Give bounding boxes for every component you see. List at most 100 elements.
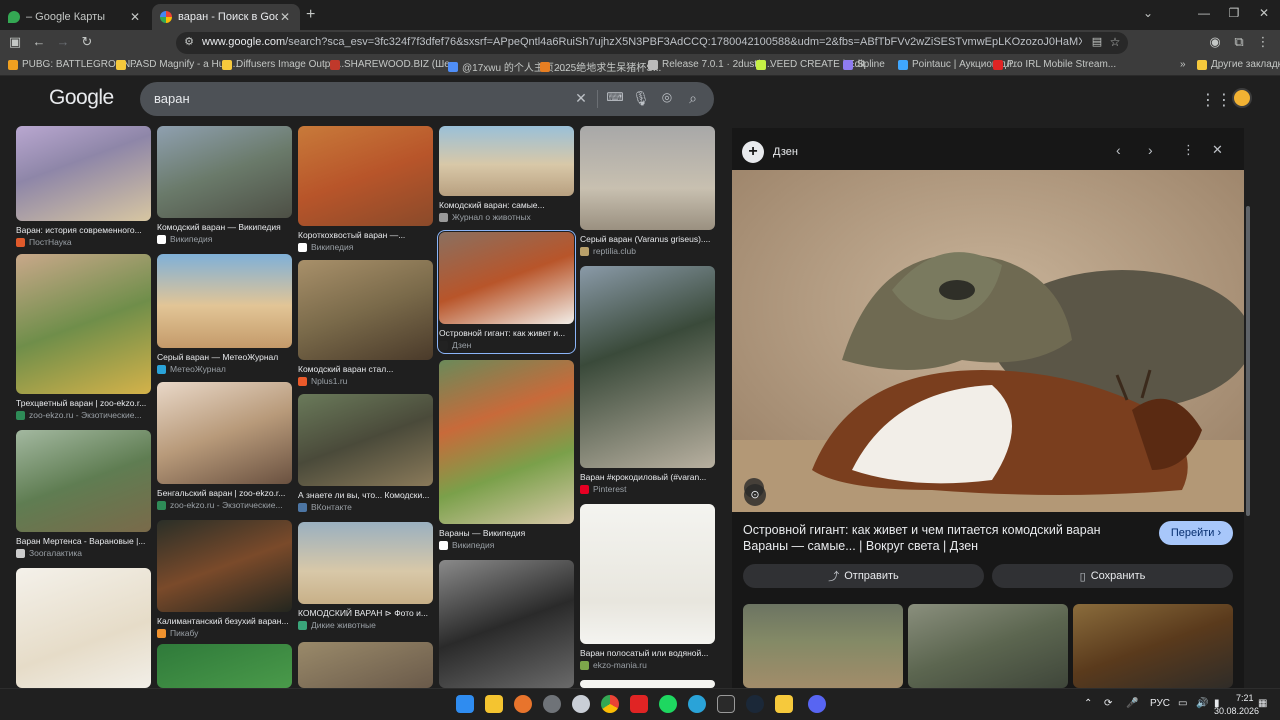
result-title[interactable]: Бенгальский варан | zoo-ekzo.r...: [157, 488, 292, 498]
image-result-card[interactable]: Варан #крокодиловый (#varan... Pinterest: [580, 266, 715, 502]
more-options-icon[interactable]: ⋮: [1182, 142, 1195, 158]
image-result-card[interactable]: Варан: история современного... ПостНаука: [16, 126, 151, 255]
google-logo[interactable]: Google: [49, 86, 114, 110]
tab-google-maps[interactable]: – Google Карты ✕: [0, 4, 150, 30]
result-thumbnail[interactable]: [298, 642, 433, 688]
microphone-icon[interactable]: 🎤: [1126, 698, 1138, 709]
result-thumbnail[interactable]: [157, 126, 292, 218]
result-thumbnail[interactable]: [16, 126, 151, 221]
result-source[interactable]: Дикие животные: [298, 620, 433, 630]
result-thumbnail[interactable]: [298, 126, 433, 226]
result-thumbnail[interactable]: [16, 254, 151, 394]
language-indicator[interactable]: РУС: [1150, 698, 1170, 709]
related-image-2[interactable]: [908, 604, 1068, 688]
result-source[interactable]: Википедия: [157, 234, 292, 244]
result-source[interactable]: Nplus1.ru: [298, 376, 433, 386]
result-thumbnail[interactable]: [439, 126, 574, 196]
result-thumbnail[interactable]: [580, 126, 715, 230]
bookmarks-overflow-icon[interactable]: »: [1180, 59, 1186, 70]
result-title[interactable]: Трехцветный варан | zoo-ekzo.r...: [16, 398, 151, 408]
image-result-card[interactable]: Трехцветный варан | zoo-ekzo.r... zoo-ekz…: [16, 254, 151, 428]
keyboard-icon[interactable]: ⌨: [606, 90, 624, 104]
bookmark-item[interactable]: 2025绝地求生呆猪杯S...: [540, 59, 661, 74]
spotify-icon[interactable]: [659, 695, 677, 713]
image-result-card[interactable]: Комодский варан стал... Nplus1.ru: [298, 260, 433, 394]
firefox-icon[interactable]: [514, 695, 532, 713]
ccleaner-icon[interactable]: [572, 695, 590, 713]
close-tab-icon[interactable]: ✕: [278, 10, 292, 24]
clock-time[interactable]: 7:21: [1236, 693, 1254, 703]
result-title[interactable]: Комодский варан: самые...: [439, 200, 574, 210]
lens-icon[interactable]: ◎: [658, 90, 676, 104]
restore-button[interactable]: ❐: [1224, 6, 1244, 20]
result-source[interactable]: ekzo-mania.ru: [580, 660, 715, 670]
app-icon[interactable]: [630, 695, 648, 713]
result-source[interactable]: reptilia.club: [580, 246, 715, 256]
visit-button[interactable]: Перейти ›: [1159, 521, 1233, 545]
result-source[interactable]: zoo-ekzo.ru - Экзотические...: [157, 500, 292, 510]
share-button[interactable]: ⤴ Отправить: [743, 564, 984, 588]
result-source[interactable]: zoo-ekzo.ru - Экзотические...: [16, 410, 151, 420]
image-result-card[interactable]: Серый варан (Varanus griseus).... reptili…: [580, 126, 715, 264]
address-bar[interactable]: ⚙ www.google.com/search?sca_esv=3fc324f7…: [176, 32, 1128, 54]
result-title[interactable]: Калимантанский безухий варан...: [157, 616, 292, 626]
result-thumbnail[interactable]: [157, 254, 292, 348]
result-title[interactable]: Серый варан — МетеоЖурнал: [157, 352, 292, 362]
search-box[interactable]: варан ✕ ⌨ 🎙 ◎ ⌕: [140, 82, 714, 116]
result-source[interactable]: Википедия: [439, 540, 574, 550]
image-result-card[interactable]: [580, 680, 715, 688]
obs-icon[interactable]: [543, 695, 561, 713]
image-result-card[interactable]: Варан полосатый или водяной... ekzo-mania…: [580, 504, 715, 678]
result-thumbnail[interactable]: [298, 522, 433, 604]
tab-search-icon[interactable]: ⌄: [1138, 6, 1158, 20]
sidebar-icon[interactable]: ▣: [6, 34, 24, 50]
related-image-1[interactable]: [743, 604, 903, 688]
image-result-card[interactable]: Серый варан — МетеоЖурнал МетеоЖурнал: [157, 254, 292, 382]
result-thumbnail[interactable]: [580, 504, 715, 644]
panel-source-name[interactable]: Дзен: [773, 146, 798, 158]
image-result-card[interactable]: Комодский варан: самые... Журнал о животн…: [439, 126, 574, 230]
telegram-icon[interactable]: [688, 695, 706, 713]
save-button[interactable]: ▯ Сохранить: [992, 564, 1233, 588]
other-bookmarks[interactable]: Другие закладки: [1197, 59, 1280, 70]
image-result-card[interactable]: [439, 560, 574, 688]
reload-icon[interactable]: ↻: [78, 34, 96, 50]
close-window-button[interactable]: ✕: [1254, 6, 1274, 20]
image-result-card[interactable]: Короткохвостый варан —... Википедия: [298, 126, 433, 260]
preview-title[interactable]: Островной гигант: как живет и чем питает…: [743, 522, 1143, 554]
sync-icon[interactable]: ⟳: [1104, 698, 1112, 709]
notifications-icon[interactable]: ▦: [1258, 698, 1267, 709]
profile-icon[interactable]: ◉: [1206, 34, 1224, 50]
image-result-card[interactable]: Бенгальский варан | zoo-ekzo.r... zoo-ekz…: [157, 382, 292, 518]
result-thumbnail[interactable]: [298, 394, 433, 486]
image-result-card[interactable]: Вараны — Википедия Википедия: [439, 360, 574, 558]
result-thumbnail[interactable]: [580, 266, 715, 468]
result-thumbnail[interactable]: [157, 520, 292, 612]
headset-icon[interactable]: [775, 695, 793, 713]
panel-scrollbar[interactable]: [1246, 206, 1250, 516]
back-icon[interactable]: ←: [30, 34, 48, 49]
result-source[interactable]: Журнал о животных: [439, 212, 574, 222]
result-source[interactable]: Википедия: [298, 242, 433, 252]
close-panel-icon[interactable]: ✕: [1212, 142, 1223, 158]
related-image-3[interactable]: [1073, 604, 1233, 688]
menu-icon[interactable]: ⋮: [1254, 34, 1272, 50]
steam-icon[interactable]: [746, 695, 764, 713]
chrome-icon[interactable]: [601, 695, 619, 713]
clear-search-icon[interactable]: ✕: [572, 90, 590, 107]
previous-result-icon[interactable]: ‹: [1116, 142, 1121, 158]
image-result-card[interactable]: [157, 644, 292, 688]
image-result-card[interactable]: КОМОДСКИЙ ВАРАН ⊳ Фото и... Дикие животны…: [298, 522, 433, 638]
result-thumbnail[interactable]: [298, 260, 433, 360]
file-explorer-icon[interactable]: [485, 695, 503, 713]
result-thumbnail[interactable]: [157, 644, 292, 688]
reader-mode-icon[interactable]: ▤: [1088, 35, 1106, 48]
result-title[interactable]: Варан: история современного...: [16, 225, 151, 235]
forward-icon[interactable]: →: [54, 34, 72, 49]
network-icon[interactable]: ▭: [1178, 698, 1187, 709]
tab-google-search[interactable]: варан - Поиск в Google ✕: [152, 4, 300, 30]
volume-icon[interactable]: 🔊: [1196, 698, 1208, 709]
result-thumbnail[interactable]: [439, 360, 574, 524]
bookmark-star-icon[interactable]: ☆: [1106, 35, 1124, 49]
new-tab-button[interactable]: +: [306, 6, 315, 24]
